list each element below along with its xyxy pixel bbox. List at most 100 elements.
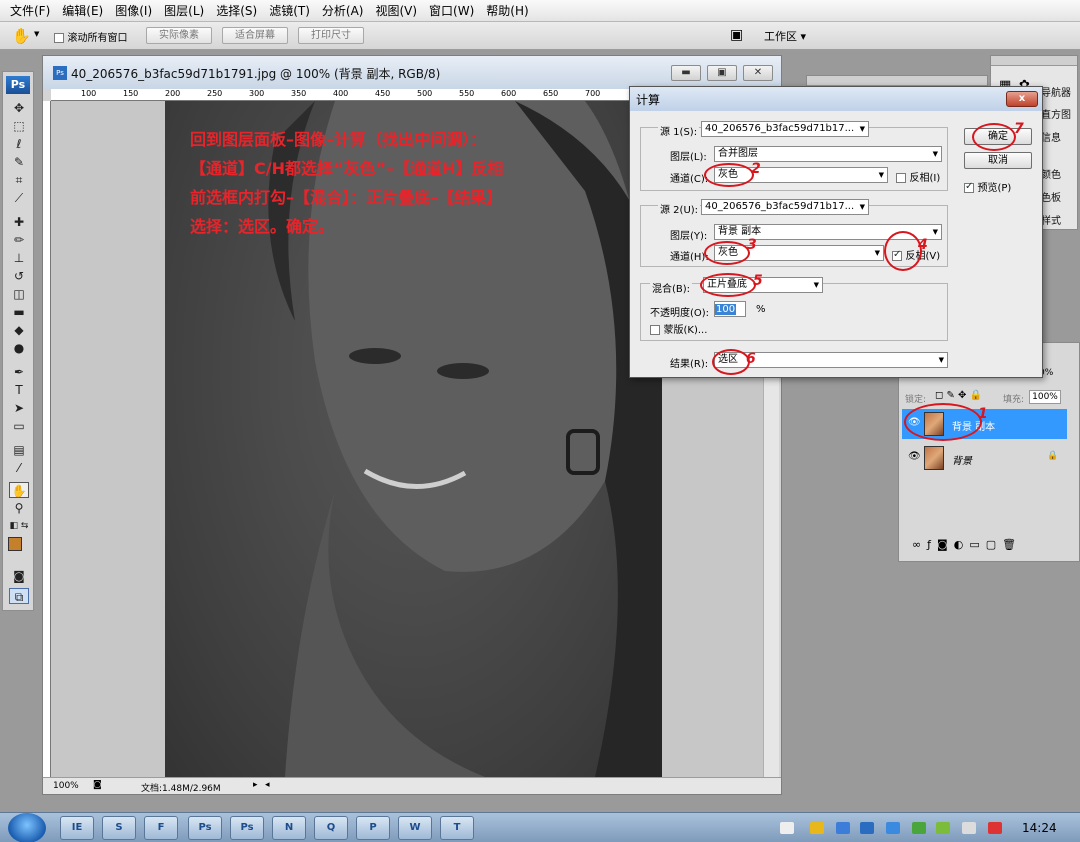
eyedropper-tool-icon[interactable]: ⁄	[9, 460, 29, 476]
status-menu-arrow-icon[interactable]: ▸	[253, 780, 258, 790]
panel-styles[interactable]: 样式	[1041, 212, 1061, 227]
quick-mask-icon[interactable]: ◙	[9, 568, 29, 584]
menu-view[interactable]: 视图(V)	[369, 0, 423, 22]
menu-image[interactable]: 图像(I)	[109, 0, 158, 22]
menu-filter[interactable]: 滤镜(T)	[263, 0, 316, 22]
taskbar-app-2[interactable]: S	[102, 816, 136, 840]
taskbar-app-10[interactable]: T	[440, 816, 474, 840]
menu-window[interactable]: 窗口(W)	[423, 0, 480, 22]
quick-selection-tool-icon[interactable]: ✎	[9, 154, 29, 170]
taskbar-clock[interactable]: 14:24	[1022, 821, 1057, 835]
taskbar-photoshop-2[interactable]: Ps	[230, 816, 264, 840]
tray-keyboard-icon[interactable]	[780, 822, 794, 834]
tray-volume-muted-icon[interactable]	[988, 822, 1002, 834]
layer1-select[interactable]: 合并图层	[714, 146, 942, 162]
bridge-icon[interactable]: ▣	[730, 27, 743, 43]
fill-input[interactable]: 100%	[1029, 390, 1061, 404]
lasso-tool-icon[interactable]: ℓ	[9, 136, 29, 152]
mask-checkbox[interactable]: 蒙版(K)...	[650, 321, 707, 336]
start-button[interactable]	[8, 813, 46, 842]
tray-app-icon[interactable]	[912, 822, 926, 834]
source1-select[interactable]: 40_206576_b3fac59d71b17...	[701, 121, 869, 137]
opacity-input[interactable]: 100	[714, 301, 746, 317]
dialog-close-button[interactable]: x	[1006, 91, 1038, 107]
new-group-icon[interactable]: ▭	[969, 538, 985, 551]
menu-layer[interactable]: 图层(L)	[158, 0, 210, 22]
hand-tool-icon[interactable]: ✋	[12, 27, 31, 45]
fx-icon[interactable]: ƒ	[927, 538, 937, 551]
slice-tool-icon[interactable]: ⟋	[9, 190, 29, 206]
lock-icons[interactable]: ◻ ✎ ✥ 🔒	[935, 390, 982, 401]
link-layers-icon[interactable]: ∞	[912, 538, 927, 551]
hand-tool-button-icon[interactable]: ✋	[9, 482, 29, 498]
menu-analysis[interactable]: 分析(A)	[316, 0, 370, 22]
screen-mode-icon[interactable]: ⧉	[9, 588, 29, 604]
minimize-button[interactable]: ▬	[671, 65, 701, 81]
panel-color[interactable]: 颜色	[1041, 166, 1061, 181]
pen-tool-icon[interactable]: ✒	[9, 364, 29, 380]
panel-group-header[interactable]	[807, 76, 987, 86]
status-info-icon[interactable]: ◙	[93, 780, 102, 790]
brush-tool-icon[interactable]: ✏	[9, 232, 29, 248]
cancel-button[interactable]: 取消	[964, 152, 1032, 169]
new-layer-icon[interactable]: ▢	[986, 538, 1002, 551]
checkbox-box[interactable]	[54, 33, 64, 43]
checkbox-box[interactable]	[964, 181, 974, 193]
menu-edit[interactable]: 编辑(E)	[56, 0, 109, 22]
taskbar-app-6[interactable]: N	[272, 816, 306, 840]
panel-navigator[interactable]: 导航器	[1041, 84, 1071, 99]
move-tool-icon[interactable]: ✥	[9, 100, 29, 116]
actual-pixels-button[interactable]: 实际像素	[146, 27, 212, 44]
tray-security-icon[interactable]	[860, 822, 874, 834]
tray-display-icon[interactable]	[962, 822, 976, 834]
print-size-button[interactable]: 打印尺寸	[298, 27, 364, 44]
taskbar-word[interactable]: W	[398, 816, 432, 840]
scroll-all-windows-checkbox[interactable]: 滚动所有窗口	[54, 29, 128, 44]
menu-help[interactable]: 帮助(H)	[480, 0, 534, 22]
healing-brush-tool-icon[interactable]: ✚	[9, 214, 29, 230]
default-colors-icon[interactable]: ◧ ⇆	[9, 518, 29, 534]
taskbar-photoshop-1[interactable]: Ps	[188, 816, 222, 840]
type-tool-icon[interactable]: T	[9, 382, 29, 398]
blur-tool-icon[interactable]: ◆	[9, 322, 29, 338]
adjustment-layer-icon[interactable]: ◐	[954, 538, 970, 551]
preview-checkbox[interactable]: 预览(P)	[964, 179, 1011, 194]
taskbar-app-7[interactable]: Q	[314, 816, 348, 840]
rectangle-tool-icon[interactable]: ▭	[9, 418, 29, 434]
panel-dock-header[interactable]	[991, 56, 1077, 66]
scroll-left-arrow-icon[interactable]: ◂	[265, 780, 270, 790]
zoom-tool-icon[interactable]: ⚲	[9, 500, 29, 516]
maximize-button[interactable]: ▣	[707, 65, 737, 81]
foreground-color-swatch[interactable]	[8, 537, 22, 551]
tray-defender-icon[interactable]	[886, 822, 900, 834]
visibility-eye-icon[interactable]: 👁	[908, 451, 921, 462]
marquee-tool-icon[interactable]: ⬚	[9, 118, 29, 134]
source2-select[interactable]: 40_206576_b3fac59d71b17...	[701, 199, 869, 215]
clone-stamp-tool-icon[interactable]: ⊥	[9, 250, 29, 266]
menu-file[interactable]: 文件(F)	[4, 0, 56, 22]
history-brush-tool-icon[interactable]: ↺	[9, 268, 29, 284]
tray-network-icon[interactable]	[836, 822, 850, 834]
panel-swatches[interactable]: 色板	[1041, 189, 1061, 204]
notes-tool-icon[interactable]: ▤	[9, 442, 29, 458]
tray-shield-icon[interactable]	[810, 822, 824, 834]
taskbar-explorer[interactable]: F	[144, 816, 178, 840]
zoom-level[interactable]: 100%	[53, 781, 79, 791]
eraser-tool-icon[interactable]: ◫	[9, 286, 29, 302]
workspace-menu[interactable]: 工作区 ▾	[764, 28, 806, 44]
fit-screen-button[interactable]: 适合屏幕	[222, 27, 288, 44]
menu-select[interactable]: 选择(S)	[210, 0, 263, 22]
add-mask-icon[interactable]: ◙	[937, 538, 954, 551]
tool-preset-chevron-icon[interactable]: ▼	[34, 30, 39, 38]
gradient-tool-icon[interactable]: ▬	[9, 304, 29, 320]
panel-histogram[interactable]: 直方图	[1041, 106, 1071, 121]
invert1-checkbox[interactable]: 反相(I)	[896, 169, 940, 184]
checkbox-box[interactable]	[650, 325, 660, 335]
delete-layer-icon[interactable]: 🗑	[1002, 538, 1022, 551]
taskbar-app-8[interactable]: P	[356, 816, 390, 840]
layer-row-background[interactable]: 👁 背景 🔒	[902, 443, 1067, 473]
crop-tool-icon[interactable]: ⌗	[9, 172, 29, 188]
tray-update-icon[interactable]	[936, 822, 950, 834]
close-button[interactable]: ✕	[743, 65, 773, 81]
panel-info[interactable]: 信息	[1041, 129, 1061, 144]
